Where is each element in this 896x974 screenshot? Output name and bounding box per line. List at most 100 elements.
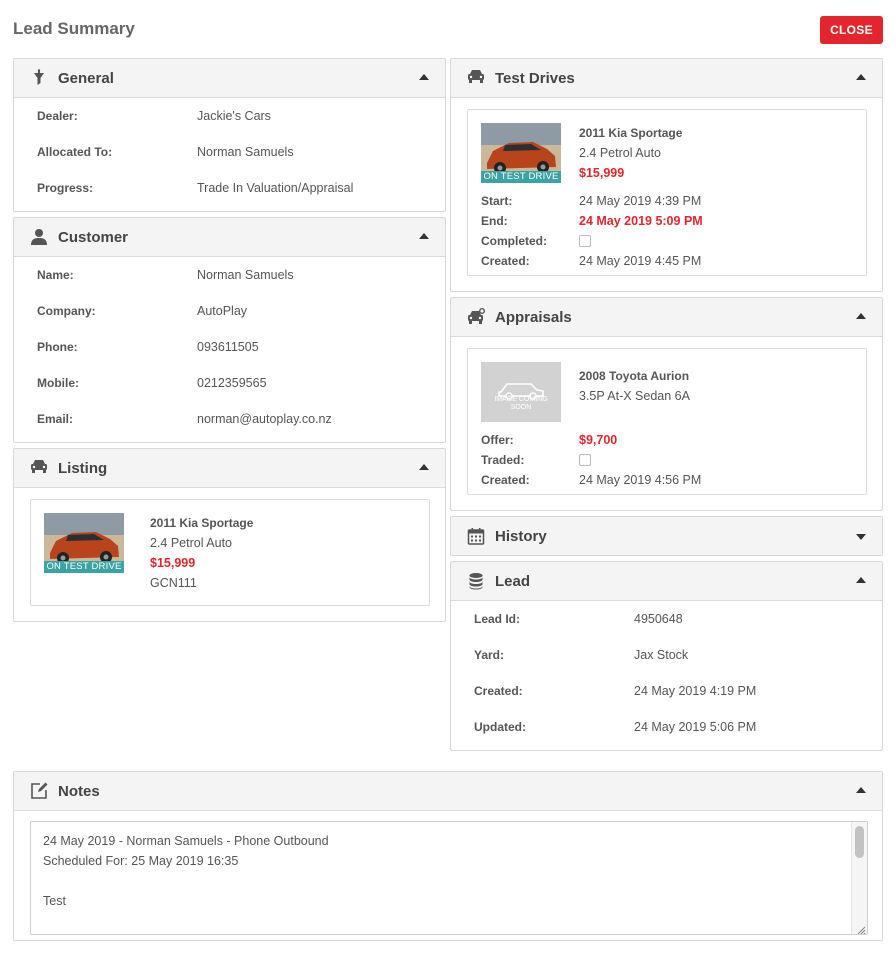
general-title: General <box>58 69 114 87</box>
offer-value: $9,700 <box>579 433 618 447</box>
customer-panel: Customer Name: Norman Samuels Company: Aut… <box>13 217 446 443</box>
mobile-label: Mobile: <box>37 376 79 390</box>
dealer-label: Dealer: <box>37 109 78 123</box>
vehicle-subtitle: 2.4 Petrol Auto <box>579 146 662 160</box>
lead-panel-header[interactable]: Lead <box>451 562 882 601</box>
calendar-icon <box>467 527 485 545</box>
close-button[interactable]: CLOSE <box>820 16 883 44</box>
page-title: Lead Summary <box>13 19 135 38</box>
vehicle-photo: ON TEST DRIVE <box>481 123 561 183</box>
created-value: 24 May 2019 4:56 PM <box>579 473 702 487</box>
end-label: End: <box>481 214 508 228</box>
notes-scrollbar-thumb[interactable] <box>855 826 864 858</box>
funnel-icon <box>30 69 48 87</box>
traded-label: Traded: <box>481 453 525 467</box>
general-panel: General Dealer: Jackie's Cars Allocated T… <box>13 58 446 212</box>
collapse-caret-icon[interactable] <box>856 577 866 583</box>
vehicle-subtitle: 3.5P At-X Sedan 6A <box>579 389 690 403</box>
car-key-icon <box>467 308 485 326</box>
notes-content: 24 May 2019 - Norman Samuels - Phone Out… <box>43 834 329 908</box>
name-label: Name: <box>37 268 74 282</box>
created-value: 24 May 2019 4:45 PM <box>579 254 702 268</box>
edit-note-icon <box>30 782 48 800</box>
test-drives-panel: Test Drives ON TEST DRIVE 2011 Kia Sport… <box>450 58 883 292</box>
lead-row: Lead Id: 4950648 <box>451 601 882 637</box>
email-label: Email: <box>37 412 74 426</box>
customer-panel-header[interactable]: Customer <box>14 218 445 257</box>
lead-panel: Lead Lead Id: 4950648 Yard: Jax Stock Crea… <box>450 561 883 751</box>
offer-label: Offer: <box>481 433 514 447</box>
collapse-caret-icon[interactable] <box>856 313 866 319</box>
vehicle-title: 2011 Kia Sportage <box>579 126 683 140</box>
vehicle-photo: ON TEST DRIVE <box>44 513 124 573</box>
listing-panel: Listing ON TEST DRIVE 2011 Kia Sportage … <box>13 448 446 622</box>
vehicle-price: $15,999 <box>579 166 625 180</box>
progress-label: Progress: <box>37 181 94 195</box>
appraisals-title: Appraisals <box>495 308 572 326</box>
vehicle-title: 2011 Kia Sportage <box>150 516 254 530</box>
collapse-caret-icon[interactable] <box>856 787 866 793</box>
history-panel: History <box>450 516 883 556</box>
car-icon <box>30 459 48 477</box>
listing-title: Listing <box>58 459 108 477</box>
name-value: Norman Samuels <box>197 268 294 282</box>
collapse-caret-icon[interactable] <box>856 74 866 80</box>
start-value: 24 May 2019 4:39 PM <box>579 194 702 208</box>
test-drives-title: Test Drives <box>495 69 575 87</box>
collapse-caret-icon[interactable] <box>419 464 429 470</box>
vehicle-title: 2008 Toyota Aurion <box>579 369 690 383</box>
test-drives-panel-header[interactable]: Test Drives <box>451 59 882 98</box>
resize-handle-icon[interactable] <box>856 923 866 934</box>
phone-value: 093611505 <box>197 340 259 354</box>
lead-row: Yard: Jax Stock <box>451 637 882 673</box>
vehicle-stock-number: GCN111 <box>150 576 197 590</box>
general-row: Dealer: Jackie's Cars <box>14 98 445 134</box>
vehicle-status-badge: ON TEST DRIVE <box>44 561 124 573</box>
listing-panel-header[interactable]: Listing <box>14 449 445 488</box>
vehicle-price: $15,999 <box>150 556 196 570</box>
customer-row: Email: norman@autoplay.co.nz <box>14 401 445 437</box>
created-label: Created: <box>481 254 530 268</box>
email-value[interactable]: norman@autoplay.co.nz <box>197 412 332 426</box>
test-drive-card[interactable]: ON TEST DRIVE 2011 Kia Sportage 2.4 Petr… <box>467 109 867 276</box>
notes-panel-header[interactable]: Notes <box>14 772 882 811</box>
lead-id-label: Lead Id: <box>474 612 521 626</box>
expand-caret-icon[interactable] <box>856 534 866 540</box>
image-placeholder-text: IMAGE COMING SOON <box>494 396 548 411</box>
lead-updated-label: Updated: <box>474 720 526 734</box>
general-row: Progress: Trade In Valuation/Appraisal <box>14 170 445 206</box>
listing-vehicle-card[interactable]: ON TEST DRIVE 2011 Kia Sportage 2.4 Petr… <box>30 499 430 606</box>
collapse-caret-icon[interactable] <box>419 74 429 80</box>
notes-title: Notes <box>58 782 100 800</box>
completed-label: Completed: <box>481 234 547 248</box>
general-panel-header[interactable]: General <box>14 59 445 98</box>
dealer-value: Jackie's Cars <box>197 109 271 123</box>
general-row: Allocated To: Norman Samuels <box>14 134 445 170</box>
appraisals-panel-header[interactable]: Appraisals <box>451 298 882 337</box>
allocated-label: Allocated To: <box>37 145 113 159</box>
database-icon <box>467 572 485 590</box>
phone-label: Phone: <box>37 340 78 354</box>
yard-label: Yard: <box>474 648 505 662</box>
lead-row: Created: 24 May 2019 4:19 PM <box>451 673 882 709</box>
yard-value: Jax Stock <box>634 648 689 662</box>
start-label: Start: <box>481 194 513 208</box>
lead-title: Lead <box>495 572 531 590</box>
vehicle-subtitle: 2.4 Petrol Auto <box>150 536 233 550</box>
notes-panel: Notes 24 May 2019 - Norman Samuels - Pho… <box>13 771 883 941</box>
customer-title: Customer <box>58 228 129 246</box>
appraisal-card[interactable]: IMAGE COMING SOON 2008 Toyota Aurion 3.5… <box>467 348 867 495</box>
traded-checkbox <box>579 454 591 466</box>
notes-textarea[interactable]: 24 May 2019 - Norman Samuels - Phone Out… <box>30 821 868 935</box>
customer-row: Name: Norman Samuels <box>14 257 445 293</box>
lead-created-value: 24 May 2019 4:19 PM <box>634 684 757 698</box>
progress-value: Trade In Valuation/Appraisal <box>197 181 354 195</box>
lead-created-label: Created: <box>474 684 523 698</box>
collapse-caret-icon[interactable] <box>419 233 429 239</box>
history-panel-header[interactable]: History <box>451 517 882 555</box>
notes-scrollbar[interactable] <box>851 822 867 934</box>
company-value: AutoPlay <box>197 304 248 318</box>
lead-id-value: 4950648 <box>634 612 683 626</box>
lead-row: Updated: 24 May 2019 5:06 PM <box>451 709 882 745</box>
allocated-value: Norman Samuels <box>197 145 294 159</box>
